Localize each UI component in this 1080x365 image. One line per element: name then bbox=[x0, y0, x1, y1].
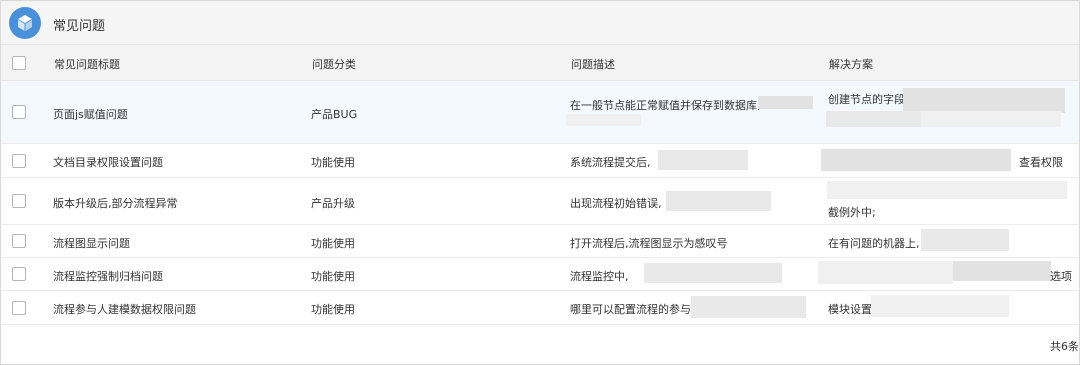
redacted-text bbox=[691, 296, 806, 318]
redacted-text bbox=[826, 111, 921, 127]
row-description: 打开流程后,流程图显示为感叹号 bbox=[570, 237, 728, 250]
row-description: 流程监控中, bbox=[570, 270, 629, 283]
row-solution: 模块设置 bbox=[828, 303, 872, 316]
row-title[interactable]: 文档目录权限设置问题 bbox=[53, 154, 163, 170]
redacted-text bbox=[953, 261, 1051, 281]
row-title[interactable]: 流程图显示问题 bbox=[53, 235, 130, 251]
row-solution: 创建节点的字段J bbox=[828, 93, 909, 106]
row-title[interactable]: 流程监控强制归档问题 bbox=[53, 268, 163, 284]
row-checkbox[interactable] bbox=[12, 301, 26, 315]
record-count: 共6条 bbox=[1050, 340, 1079, 353]
row-solution: 选项 bbox=[1050, 270, 1072, 283]
redacted-text bbox=[921, 229, 1009, 251]
table-row[interactable]: 版本升级后,部分流程异常 产品升级 出现流程初始错误, 截例外中; bbox=[1, 178, 1079, 225]
header-description[interactable]: 问题描述 bbox=[571, 56, 615, 72]
row-category: 功能使用 bbox=[311, 156, 355, 169]
faq-window: 常见问题 常见问题标题 问题分类 问题描述 解决方案 页面js赋值问题 产品BU… bbox=[0, 0, 1080, 365]
table-row[interactable]: 流程图显示问题 功能使用 打开流程后,流程图显示为感叹号 在有问题的机器上, bbox=[1, 225, 1079, 258]
row-category: 产品升级 bbox=[311, 197, 355, 210]
row-description: 哪里可以配置流程的参与人 bbox=[570, 303, 702, 316]
row-checkbox[interactable] bbox=[12, 234, 26, 248]
table-row[interactable]: 流程监控强制归档问题 功能使用 流程监控中, 选项 bbox=[1, 258, 1079, 291]
redacted-text bbox=[666, 191, 771, 211]
row-title[interactable]: 流程参与人建模数据权限问题 bbox=[53, 301, 196, 317]
row-solution: 截例外中; bbox=[828, 206, 876, 219]
row-checkbox[interactable] bbox=[12, 194, 26, 208]
page-title: 常见问题 bbox=[53, 19, 106, 34]
redacted-text bbox=[921, 111, 1061, 127]
redacted-text bbox=[903, 88, 1065, 113]
row-category: 产品BUG bbox=[311, 108, 358, 121]
redacted-text bbox=[827, 181, 1067, 199]
redacted-text bbox=[871, 295, 1009, 317]
row-category: 功能使用 bbox=[311, 270, 355, 283]
redacted-text bbox=[818, 261, 953, 284]
row-solution: 查看权限 bbox=[1019, 156, 1063, 169]
table-row[interactable]: 文档目录权限设置问题 功能使用 系统流程提交后, 查看权限 bbox=[1, 144, 1079, 178]
row-title[interactable]: 页面js赋值问题 bbox=[53, 106, 128, 122]
row-checkbox[interactable] bbox=[12, 154, 26, 168]
row-title[interactable]: 版本升级后,部分流程异常 bbox=[53, 195, 178, 211]
table-row[interactable]: 页面js赋值问题 产品BUG 在一般节点能正常赋值并保存到数据库, 创建节点的字… bbox=[1, 81, 1079, 144]
redacted-text bbox=[821, 149, 1011, 171]
header-title[interactable]: 常见问题标题 bbox=[54, 56, 120, 72]
row-checkbox[interactable] bbox=[12, 105, 26, 119]
row-description: 系统流程提交后, bbox=[570, 156, 651, 169]
row-solution: 在有问题的机器上, bbox=[828, 237, 920, 250]
redacted-text bbox=[644, 263, 782, 283]
header-category[interactable]: 问题分类 bbox=[312, 56, 356, 72]
cube-icon bbox=[9, 7, 41, 39]
redacted-text bbox=[566, 114, 641, 126]
redacted-text bbox=[658, 150, 748, 170]
row-description: 在一般节点能正常赋值并保存到数据库, bbox=[570, 99, 761, 112]
select-all-checkbox[interactable] bbox=[12, 56, 26, 70]
title-bar: 常见问题 bbox=[1, 1, 1079, 45]
table-row[interactable]: 流程参与人建模数据权限问题 功能使用 哪里可以配置流程的参与人 模块设置 bbox=[1, 291, 1079, 325]
row-category: 功能使用 bbox=[311, 303, 355, 316]
row-description: 出现流程初始错误, bbox=[570, 197, 662, 210]
header-solution[interactable]: 解决方案 bbox=[829, 56, 873, 72]
redacted-text bbox=[758, 96, 813, 109]
table-header: 常见问题标题 问题分类 问题描述 解决方案 bbox=[1, 45, 1079, 81]
row-category: 功能使用 bbox=[311, 237, 355, 250]
row-checkbox[interactable] bbox=[12, 267, 26, 281]
